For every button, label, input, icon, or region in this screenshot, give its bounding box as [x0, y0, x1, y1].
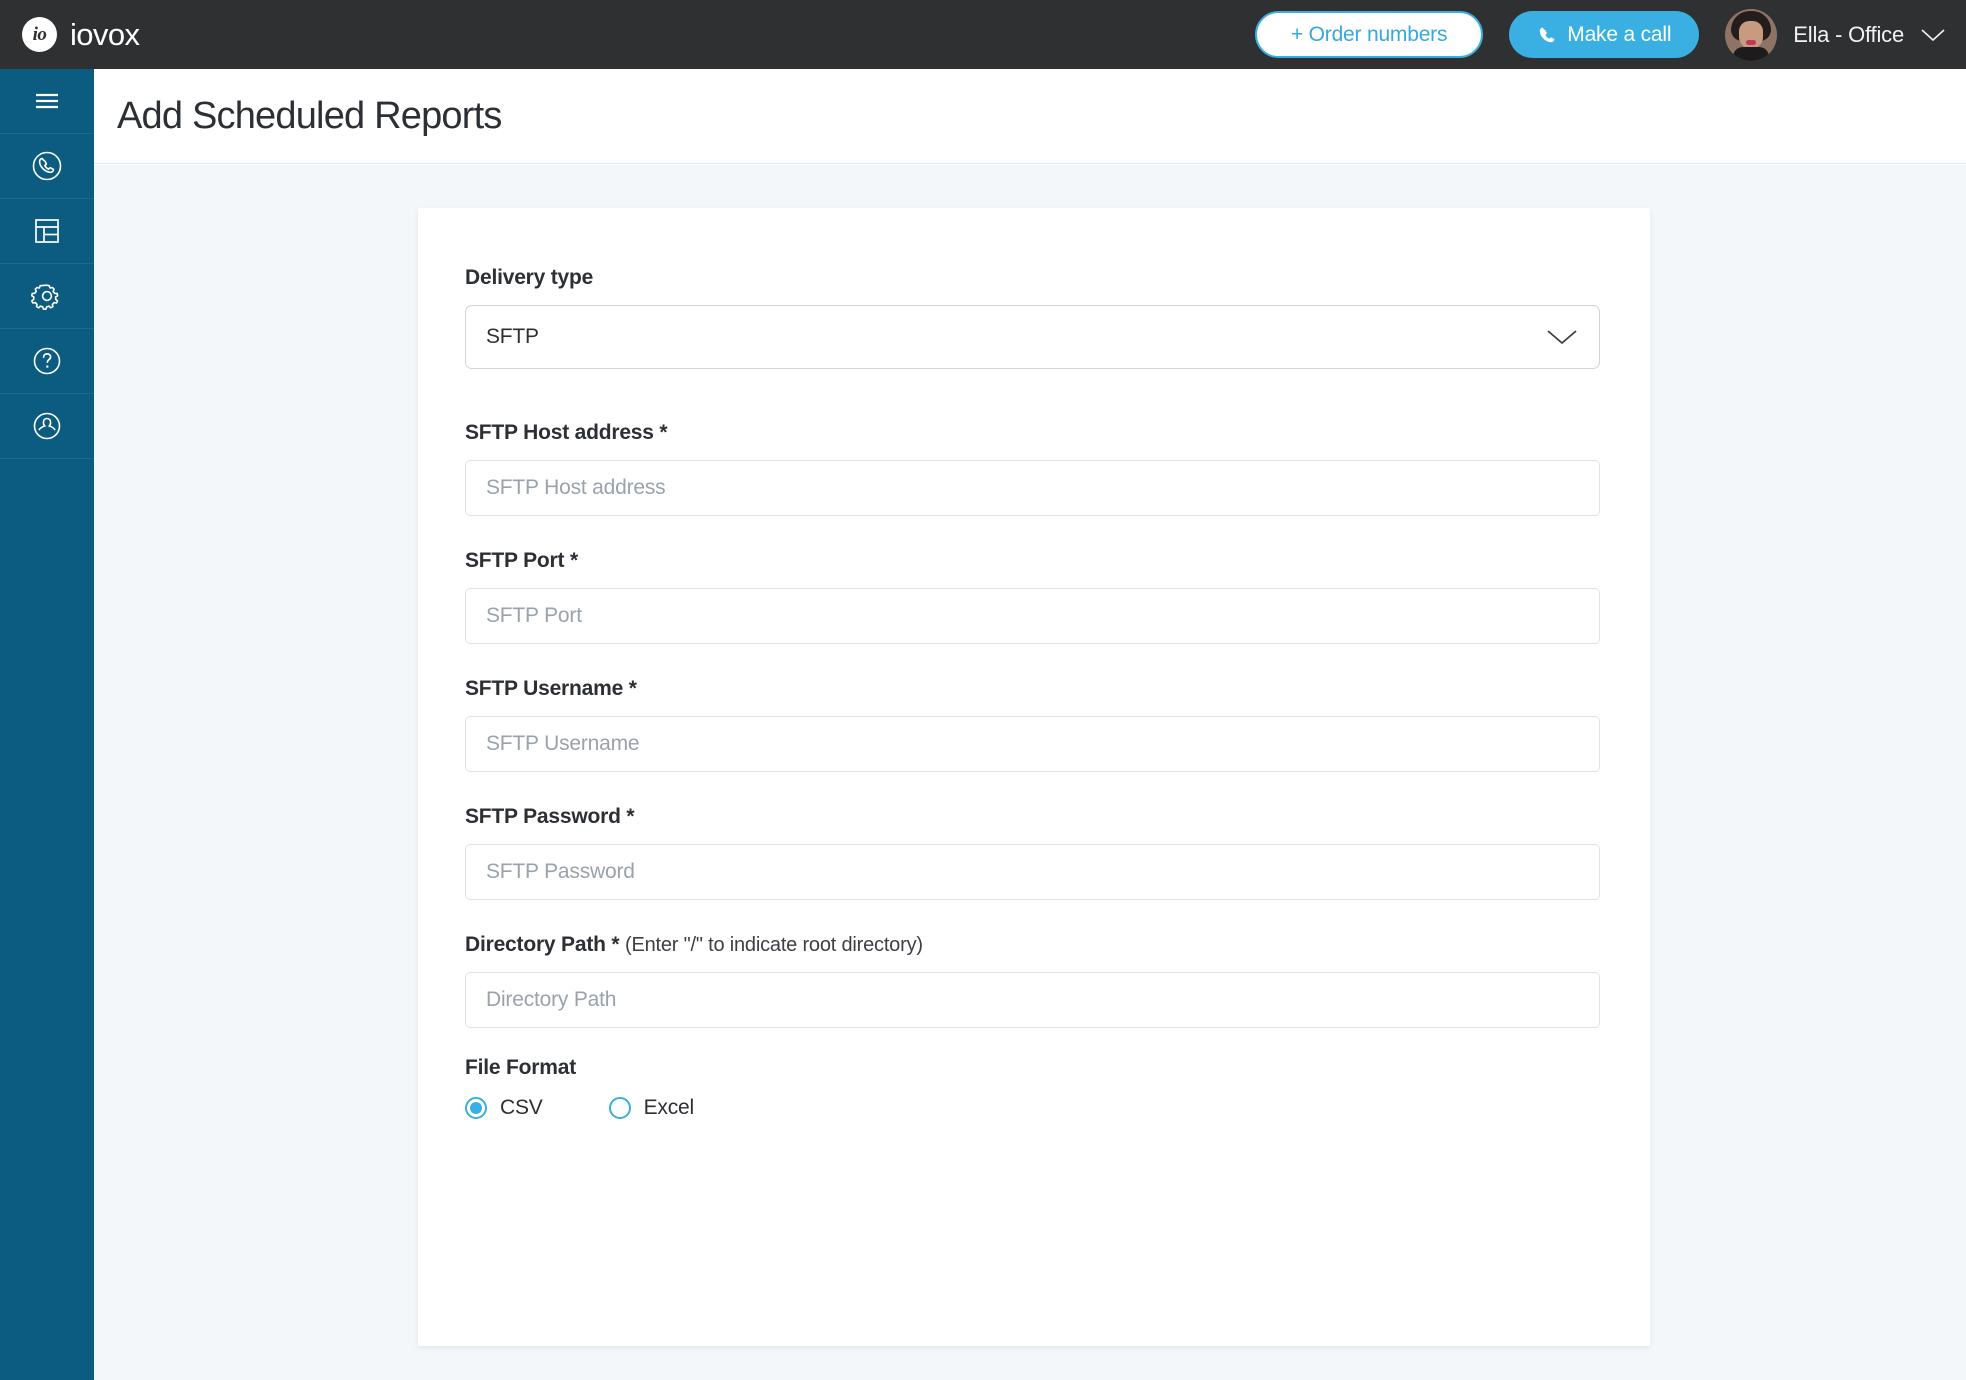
delivery-type-select[interactable]: SFTP	[465, 305, 1600, 369]
sidebar-item-help[interactable]	[0, 329, 94, 394]
sftp-host-label: SFTP Host address *	[465, 421, 1602, 445]
sftp-username-label: SFTP Username *	[465, 677, 1602, 701]
sftp-username-field: SFTP Username * SFTP Username	[465, 677, 1602, 772]
brand-name: iovox	[70, 17, 139, 53]
make-a-call-label: Make a call	[1567, 23, 1671, 47]
user-menu[interactable]: Ella - Office	[1725, 9, 1946, 61]
file-format-radio-group: CSV Excel	[465, 1096, 1602, 1120]
file-format-option-excel[interactable]: Excel	[609, 1096, 694, 1120]
sidebar-item-account[interactable]	[0, 394, 94, 459]
user-circle-icon	[29, 408, 65, 444]
content-area: Delivery type SFTP SFTP Host address * S…	[94, 165, 1966, 1380]
sftp-port-label: SFTP Port *	[465, 549, 1602, 573]
directory-path-label-text: Directory Path *	[465, 933, 619, 956]
sftp-password-input[interactable]: SFTP Password	[465, 844, 1600, 900]
sftp-port-field: SFTP Port * SFTP Port	[465, 549, 1602, 644]
chevron-down-icon	[1920, 28, 1946, 42]
delivery-type-field: Delivery type SFTP	[465, 266, 1602, 369]
order-numbers-button[interactable]: + Order numbers	[1255, 11, 1483, 58]
delivery-type-value: SFTP	[486, 325, 539, 349]
sftp-password-field: SFTP Password * SFTP Password	[465, 805, 1602, 900]
sftp-host-input[interactable]: SFTP Host address	[465, 460, 1600, 516]
radio-excel[interactable]	[609, 1097, 631, 1119]
sftp-port-input[interactable]: SFTP Port	[465, 588, 1600, 644]
sidebar-item-menu[interactable]	[0, 69, 94, 134]
avatar	[1725, 9, 1777, 61]
gear-icon	[29, 278, 65, 314]
question-circle-icon	[29, 343, 65, 379]
radio-excel-label: Excel	[644, 1096, 694, 1120]
iovox-mark-icon: io	[22, 17, 57, 52]
delivery-type-label: Delivery type	[465, 266, 1602, 290]
scheduled-report-form-card: Delivery type SFTP SFTP Host address * S…	[418, 208, 1650, 1346]
radio-csv[interactable]	[465, 1097, 487, 1119]
phone-icon	[1537, 25, 1557, 45]
sidebar-item-reports[interactable]	[0, 199, 94, 264]
directory-path-input[interactable]: Directory Path	[465, 972, 1600, 1028]
sftp-username-input[interactable]: SFTP Username	[465, 716, 1600, 772]
directory-path-hint: (Enter "/" to indicate root directory)	[625, 934, 923, 956]
directory-path-field: Directory Path * (Enter "/" to indicate …	[465, 933, 1602, 1028]
page-title: Add Scheduled Reports	[117, 95, 502, 138]
topbar-actions: + Order numbers Make a call Ella - Offic…	[1255, 9, 1946, 61]
radio-csv-label: CSV	[500, 1096, 543, 1120]
hamburger-menu-icon	[29, 83, 65, 119]
user-name-label: Ella - Office	[1793, 22, 1904, 48]
file-format-label: File Format	[465, 1056, 1602, 1080]
phone-circle-icon	[29, 148, 65, 184]
dashboard-grid-icon	[29, 213, 65, 249]
make-a-call-button[interactable]: Make a call	[1509, 11, 1699, 58]
sidebar-item-calls[interactable]	[0, 134, 94, 199]
brand-logo[interactable]: io iovox	[22, 17, 139, 53]
sftp-host-field: SFTP Host address * SFTP Host address	[465, 421, 1602, 516]
directory-path-label: Directory Path * (Enter "/" to indicate …	[465, 933, 1602, 957]
sidebar-item-settings[interactable]	[0, 264, 94, 329]
chevron-down-icon	[1545, 328, 1579, 346]
sftp-password-label: SFTP Password *	[465, 805, 1602, 829]
left-sidebar	[0, 69, 94, 1380]
page-header: Add Scheduled Reports	[94, 69, 1966, 164]
file-format-option-csv[interactable]: CSV	[465, 1096, 543, 1120]
top-navigation-bar: io iovox + Order numbers Make a call Ell…	[0, 0, 1966, 69]
file-format-field: File Format CSV Excel	[465, 1056, 1602, 1120]
